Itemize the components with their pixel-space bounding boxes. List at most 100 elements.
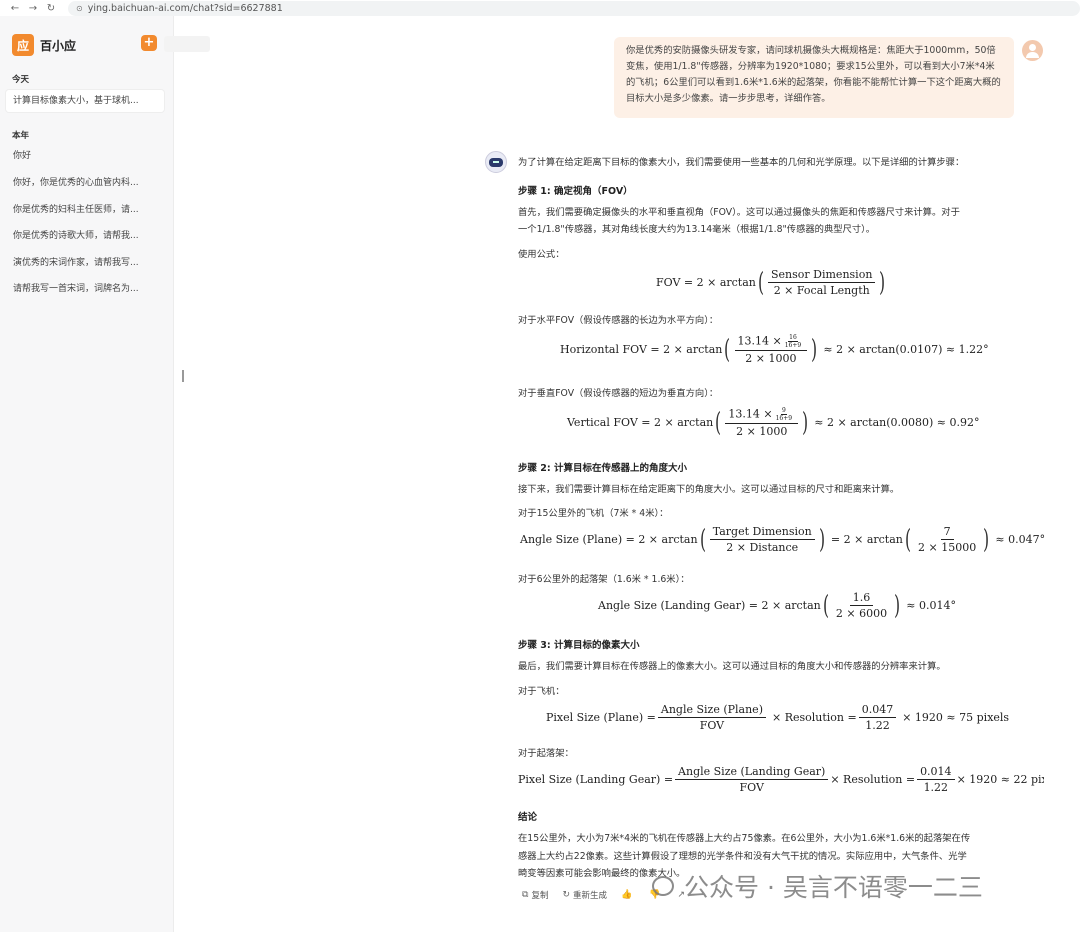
fraction-denominator: 2 × 1000 [745, 352, 797, 365]
horizontal-fov-label: 对于水平FOV（假设传感器的长边为水平方向）： [518, 315, 719, 326]
fraction-numerator: Angle Size (Plane) [657, 703, 766, 718]
formula-rhs: ≈ 0.047° [995, 533, 1046, 546]
fraction-denominator: 2 × Distance [726, 541, 799, 554]
fraction-numerator: Target Dimension [709, 525, 815, 540]
formula-rhs: ≈ 2 × arctan(0.0080) ≈ 0.92° [814, 416, 980, 429]
reload-icon[interactable]: ↻ [42, 3, 60, 14]
step3-title: 步骤 3: 计算目标的像素大小 [518, 640, 640, 651]
plane-angle-label: 对于15公里外的飞机（7米 * 4米）： [518, 508, 669, 519]
assistant-avatar [485, 151, 507, 173]
formula-pixel-plane: Pixel Size (Plane) = Angle Size (Plane) F… [546, 703, 1009, 732]
fraction-numerator: 0.047 [858, 703, 897, 718]
conclusion-title: 结论 [518, 812, 538, 823]
new-chat-button[interactable]: + [141, 35, 157, 51]
fraction-numerator: 13.14 × [728, 407, 773, 421]
plane-pixel-label: 对于飞机： [518, 686, 565, 697]
section-label-today: 今天 [12, 75, 30, 85]
chat-history-item[interactable]: 你是优秀的诗歌大师，请帮我... [6, 225, 164, 247]
section-label-year: 本年 [12, 131, 30, 141]
small-numerator: 9 [780, 407, 787, 415]
formula-lhs: Pixel Size (Plane) = [546, 711, 656, 724]
chat-history-item[interactable]: 你好 [6, 145, 164, 167]
site-info-icon[interactable]: ⊙ [76, 4, 83, 13]
fraction-numerator: 1.6 [849, 591, 874, 606]
like-button[interactable]: 👍 [621, 890, 635, 900]
formula-angle-gear: Angle Size (Landing Gear) = 2 × arctan (… [598, 590, 956, 621]
step1-paragraph-line1: 首先，我们需要确定摄像头的水平和垂直视角（FOV）。这可以通过摄像头的焦距和传感… [518, 207, 960, 218]
brand[interactable]: 应 百小应 [12, 34, 76, 56]
chat-history-item[interactable]: 请帮我写一首宋词，词牌名为... [6, 278, 164, 300]
small-denominator: 16+9 [775, 415, 793, 422]
regenerate-label: 重新生成 [573, 891, 608, 901]
fraction-numerator: Sensor Dimension [768, 268, 876, 283]
address-bar[interactable]: ⊙ ying.baichuan-ai.com/chat?sid=6627881 [68, 0, 1080, 16]
answer-intro: 为了计算在给定距离下目标的像素大小，我们需要使用一些基本的几何和光学原理。以下是… [518, 157, 965, 168]
formula-mid: = 2 × arctan [830, 533, 903, 546]
formula-rhs: × 1920 ≈ 75 pixels [902, 711, 1010, 724]
formula-mid: × Resolution = [830, 773, 916, 786]
copy-button[interactable]: ⧉ 复制 [522, 889, 548, 901]
chat-history-item[interactable]: 计算目标像素大小，基于球机... [6, 90, 164, 112]
formula-fov: FOV = 2 × arctan ( Sensor Dimension 2 × F… [656, 267, 886, 298]
gear-pixel-label: 对于起落架： [518, 748, 574, 759]
fraction-denominator: 2 × 6000 [835, 607, 888, 620]
chat-history-item[interactable]: 你是优秀的妇科主任医师，请... [6, 199, 164, 221]
conclusion-line2: 感器上大约占22像素。这些计算假设了理想的光学条件和没有大气干扰的情况。实际应用… [518, 851, 967, 862]
regenerate-button[interactable]: ↻ 重新生成 [562, 889, 607, 901]
user-message: 你是优秀的安防摄像头研发专家，请问球机摄像头大概规格是：焦距大于1000mm，5… [614, 37, 1014, 118]
step1-paragraph-line2: 一个1/1.8"传感器，其对角线长度大约为13.14毫米（根据1/1.8"传感器… [518, 224, 876, 235]
formula-lhs: Pixel Size (Landing Gear) = [518, 773, 674, 786]
formula-angle-plane: Angle Size (Plane) = 2 × arctan ( Target… [520, 524, 1046, 555]
fraction-denominator: 2 × Focal Length [773, 284, 870, 297]
app-name: 百小应 [40, 38, 77, 53]
formula-vertical-fov: Vertical FOV = 2 × arctan ( 13.14 × 9 16+9… [567, 407, 980, 438]
watermark: 公众号 · 吴言不语零一二三 [652, 868, 983, 904]
browser-toolbar: ← → ↻ ⊙ ying.baichuan-ai.com/chat?sid=66… [0, 0, 1080, 16]
small-denominator: 16+9 [784, 342, 802, 349]
fraction-denominator: 2 × 15000 [918, 541, 977, 554]
forward-icon[interactable]: → [24, 3, 42, 14]
fraction-denominator: 1.22 [923, 781, 949, 794]
back-icon[interactable]: ← [6, 3, 24, 14]
fraction-denominator: 2 × 1000 [736, 425, 788, 438]
fraction-denominator: FOV [699, 719, 725, 732]
formula-mid: × Resolution = [771, 711, 857, 724]
step2-paragraph: 接下来，我们需要计算目标在给定距离下的角度大小。这可以通过目标的尺寸和距离来计算… [518, 484, 900, 495]
copy-label: 复制 [531, 891, 549, 901]
refresh-icon: ↻ [562, 890, 570, 900]
step3-paragraph: 最后，我们需要计算目标在传感器上的像素大小。这可以通过目标的角度大小和传感器的分… [518, 661, 946, 672]
formula-rhs: ≈ 2 × arctan(0.0107) ≈ 1.22° [823, 343, 989, 356]
fraction-numerator: 13.14 × [737, 334, 782, 348]
fraction-denominator: FOV [739, 781, 764, 794]
fraction-numerator: Angle Size (Landing Gear) [675, 765, 829, 780]
formula-rhs: ≈ 0.014° [906, 599, 956, 612]
fraction-denominator: 1.22 [865, 719, 890, 732]
app-logo-icon: 应 [12, 34, 34, 56]
use-formula-label: 使用公式： [518, 249, 565, 260]
formula-lhs: Angle Size (Plane) = 2 × arctan [520, 533, 698, 546]
formula-horizontal-fov: Horizontal FOV = 2 × arctan ( 13.14 × 16 1… [560, 334, 989, 365]
gear-angle-label: 对于6公里外的起落架（1.6米 * 1.6米）： [518, 574, 690, 585]
formula-lhs: FOV = 2 × arctan [656, 276, 756, 289]
new-chat-tooltip [164, 36, 210, 52]
url-text: ying.baichuan-ai.com/chat?sid=6627881 [87, 2, 283, 14]
step1-title: 步骤 1: 确定视角（FOV） [518, 186, 633, 197]
user-avatar [1022, 40, 1043, 61]
conclusion-line1: 在15公里外，大小为7米*4米的飞机在传感器上大约占75像素。在6公里外，大小为… [518, 833, 971, 844]
watermark-text: 公众号 · 吴言不语零一二三 [684, 873, 983, 902]
vertical-fov-label: 对于垂直FOV（假设传感器的短边为垂直方向）： [518, 388, 719, 399]
fraction-numerator: 0.014 [917, 765, 955, 780]
thumbs-up-icon: 👍 [621, 890, 633, 900]
fraction-numerator: 7 [940, 525, 954, 540]
wechat-icon [652, 876, 674, 896]
formula-rhs: × 1920 ≈ 22 pixels [956, 773, 1044, 786]
formula-lhs: Angle Size (Landing Gear) = 2 × arctan [598, 599, 821, 612]
scrollbar-handle[interactable] [182, 370, 184, 382]
formula-lhs: Horizontal FOV = 2 × arctan [560, 343, 723, 356]
small-numerator: 16 [788, 334, 798, 342]
chat-history-item[interactable]: 你好，你是优秀的心血管内科... [6, 172, 164, 194]
step2-title: 步骤 2: 计算目标在传感器上的角度大小 [518, 463, 688, 474]
chat-history-item[interactable]: 演优秀的宋词作家，请帮我写... [6, 252, 164, 274]
sidebar: 应 百小应 + 今天 计算目标像素大小，基于球机... 本年 你好 你好，你是优… [0, 16, 210, 932]
copy-icon: ⧉ [522, 890, 529, 900]
